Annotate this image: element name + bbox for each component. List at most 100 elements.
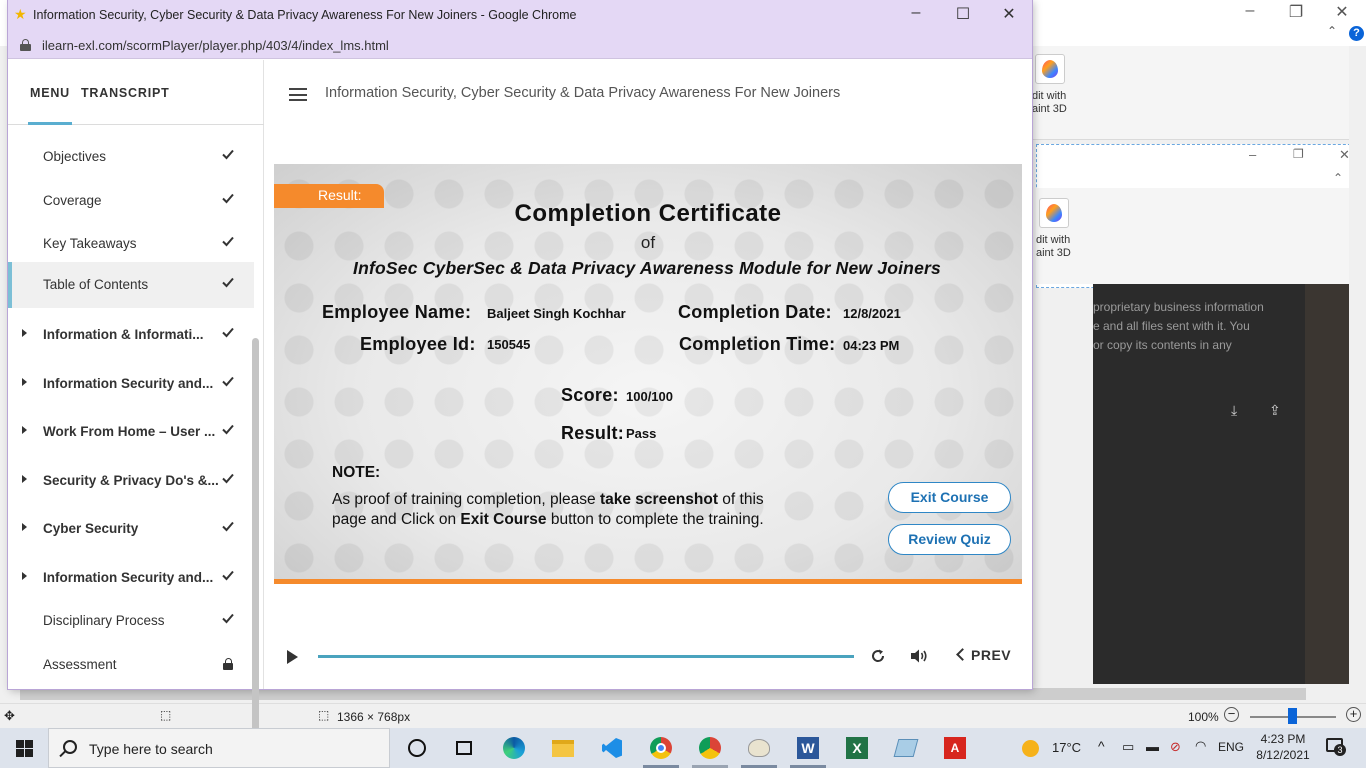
zoom-out-icon[interactable]: − [1224, 707, 1239, 722]
employee-id-value: 150545 [487, 337, 531, 352]
help-icon[interactable]: ? [1349, 26, 1364, 41]
sidebar-scrollbar-thumb[interactable] [252, 338, 259, 738]
completion-date-value: 12/8/2021 [843, 306, 901, 321]
image-size: 1366 × 768px [337, 710, 411, 724]
hamburger-menu-icon[interactable] [289, 88, 307, 101]
menu-item[interactable]: Work From Home – User ... [8, 412, 254, 452]
collapse-ribbon-icon[interactable]: ⌃ [1318, 24, 1346, 38]
menu-item-label: Key Takeaways [43, 236, 137, 251]
checkmark-icon [222, 570, 234, 581]
menu-item[interactable]: Information Security and... [8, 364, 254, 404]
menu-item[interactable]: Objectives [8, 137, 254, 177]
course-title: Information Security, Cyber Security & D… [325, 85, 841, 101]
menu-item[interactable]: Assessment [8, 645, 254, 685]
zoom-level: 100% [1188, 710, 1219, 724]
menu-item[interactable]: Information & Informati... [8, 315, 254, 355]
expand-arrow-icon[interactable] [22, 523, 27, 531]
paint3d-label[interactable]: dit with aint 3D [1036, 234, 1071, 260]
completion-date-label: Completion Date: [678, 302, 832, 322]
minimize-icon[interactable]: – [896, 4, 936, 26]
replay-icon[interactable] [870, 648, 886, 664]
clock[interactable]: 4:23 PM 8/12/2021 [1253, 731, 1313, 763]
menu-item[interactable]: Coverage [8, 181, 254, 221]
task-view-icon[interactable] [452, 736, 476, 760]
close-icon[interactable]: ✕ [989, 4, 1029, 26]
input-language[interactable]: ENG [1218, 740, 1244, 754]
address-bar[interactable]: ilearn-exl.com/scormPlayer/player.php/40… [8, 31, 1032, 59]
chrome-icon[interactable] [649, 736, 673, 760]
word-icon[interactable]: W [796, 736, 820, 760]
download-icon[interactable]: ⤓ [1231, 402, 1237, 419]
tray-overflow-icon[interactable]: ^ [1098, 738, 1105, 754]
menu-item-label: Assessment [43, 657, 117, 672]
checkmark-icon [222, 613, 234, 624]
notification-icon[interactable]: 3 [1326, 738, 1346, 756]
edge-icon[interactable] [502, 736, 526, 760]
weather-icon[interactable] [1022, 740, 1039, 757]
exit-course-button[interactable]: Exit Course [888, 482, 1011, 513]
upload-icon[interactable]: ⇪ [1269, 402, 1281, 419]
zoom-in-icon[interactable]: + [1346, 707, 1361, 722]
expand-arrow-icon[interactable] [22, 572, 27, 580]
expand-arrow-icon[interactable] [22, 475, 27, 483]
menu-item-label: Work From Home – User ... [43, 424, 216, 439]
score-label: Score: [561, 385, 619, 405]
battery-icon[interactable]: ▬ [1146, 739, 1159, 754]
paint-icon[interactable] [747, 736, 771, 760]
url-text[interactable]: ilearn-exl.com/scormPlayer/player.php/40… [42, 38, 389, 53]
inner-minimize-icon[interactable]: – [1249, 147, 1256, 162]
taskbar-search-box[interactable]: Type here to search [48, 728, 390, 768]
menu-item[interactable]: Key Takeaways [8, 224, 254, 264]
menu-item[interactable]: Information Security and... [8, 558, 254, 598]
vertical-scrollbar[interactable] [1349, 46, 1366, 686]
volume-icon[interactable] [910, 648, 928, 664]
progress-bar[interactable] [318, 655, 854, 658]
paint3d-icon[interactable] [1035, 54, 1065, 84]
paint3d-icon[interactable] [1039, 198, 1069, 228]
cortana-icon[interactable] [405, 736, 429, 760]
employee-name-value: Baljeet Singh Kochhar [487, 306, 626, 321]
checkmark-icon [222, 521, 234, 532]
prev-button[interactable]: PREV [956, 647, 1011, 663]
network-warning-icon[interactable]: ⊘ [1170, 739, 1181, 755]
search-placeholder[interactable]: Type here to search [89, 741, 213, 757]
result-value: Pass [626, 426, 657, 441]
tab-menu[interactable]: MENU [30, 86, 70, 100]
checkmark-icon [222, 473, 234, 484]
excel-icon[interactable]: X [845, 736, 869, 760]
close-icon[interactable]: ✕ [1328, 2, 1356, 22]
expand-arrow-icon[interactable] [22, 329, 27, 337]
menu-item[interactable]: Table of Contents [8, 262, 254, 308]
restore-icon[interactable]: ❐ [1282, 2, 1310, 22]
score-value: 100/100 [626, 389, 673, 404]
wifi-icon[interactable]: ◠ [1195, 738, 1206, 754]
expand-arrow-icon[interactable] [22, 426, 27, 434]
horizontal-scrollbar-thumb[interactable] [20, 688, 1306, 700]
lock-icon[interactable] [20, 39, 31, 51]
menu-item[interactable]: Cyber Security [8, 509, 254, 549]
note-title: NOTE: [332, 464, 381, 481]
app-icon[interactable] [893, 736, 919, 760]
inner-collapse-icon[interactable]: ⌃ [1333, 171, 1343, 185]
menu-item[interactable]: Disciplinary Process [8, 601, 254, 641]
minimize-icon[interactable]: – [1236, 2, 1264, 20]
vscode-icon[interactable] [600, 736, 624, 760]
inner-restore-icon[interactable]: ❐ [1293, 147, 1304, 161]
windows-start-icon[interactable] [16, 740, 33, 757]
completion-time-label: Completion Time: [679, 334, 836, 354]
file-explorer-icon[interactable] [551, 736, 575, 760]
temperature[interactable]: 17°C [1052, 740, 1081, 755]
play-icon[interactable] [287, 650, 298, 664]
meet-now-icon[interactable]: ▭ [1122, 739, 1134, 755]
menu-item[interactable]: Security & Privacy Do's &... [8, 461, 254, 501]
expand-arrow-icon[interactable] [22, 378, 27, 386]
zoom-slider-thumb[interactable] [1288, 708, 1297, 724]
review-quiz-button[interactable]: Review Quiz [888, 524, 1011, 555]
window-title: Information Security, Cyber Security & D… [33, 8, 577, 22]
chrome-profile-icon[interactable] [698, 736, 722, 760]
maximize-icon[interactable]: ☐ [943, 4, 983, 26]
acrobat-icon[interactable]: A [943, 736, 967, 760]
paint3d-label[interactable]: dit with aint 3D [1032, 90, 1067, 116]
menu-item-label: Security & Privacy Do's &... [43, 473, 219, 488]
tab-transcript[interactable]: TRANSCRIPT [81, 86, 170, 100]
